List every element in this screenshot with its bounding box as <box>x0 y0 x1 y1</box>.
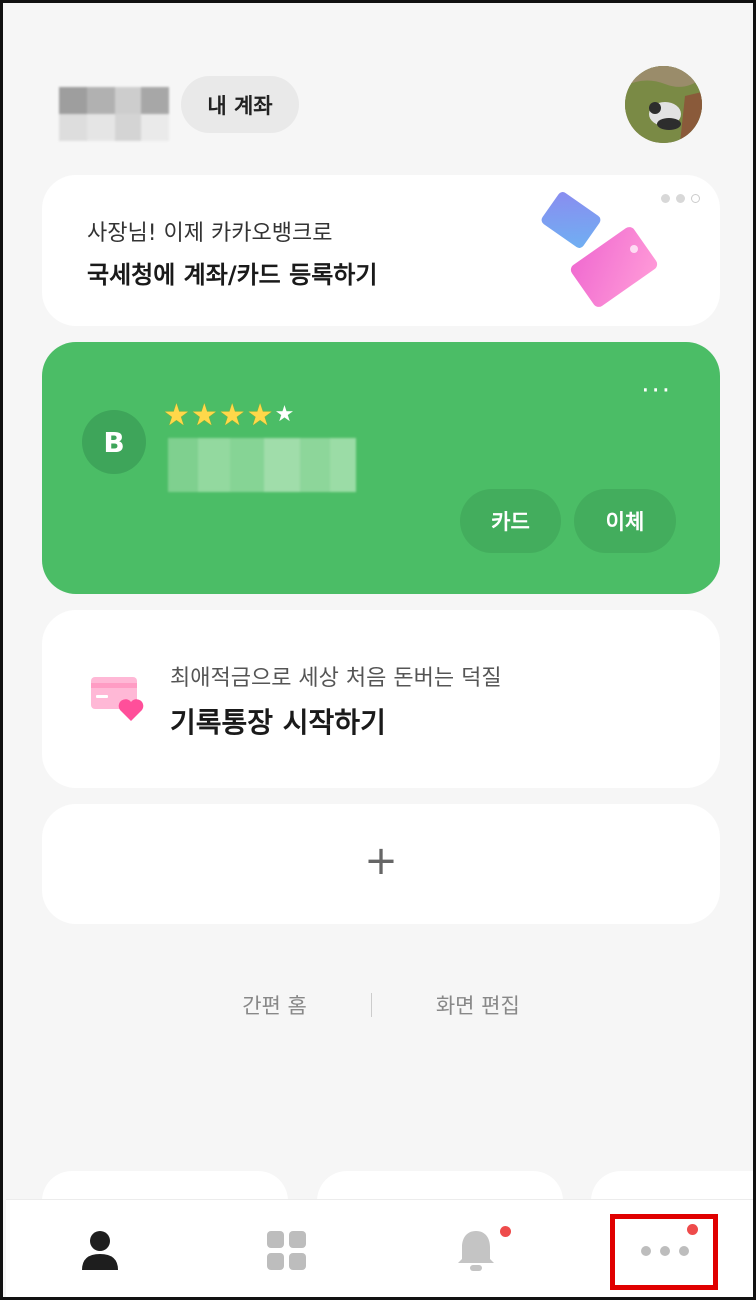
banner-subtitle: 사장님! 이제 카카오뱅크로 <box>87 221 333 246</box>
avatar-photo-icon <box>625 66 702 143</box>
banner-title: 국세청에 계좌/카드 등록하기 <box>87 261 378 289</box>
divider <box>370 993 372 1017</box>
account-nickname-stars: ★★★★★ <box>163 398 295 433</box>
bank-account-card[interactable]: B ★★★★★ ··· 카드 이체 <box>42 342 720 594</box>
app-screen: 내 계좌 사장님! 이제 카카오뱅크로 국세청에 계좌/카드 등록하기 B ★★… <box>0 0 756 1300</box>
edit-screen-link[interactable]: 화면 편집 <box>436 990 520 1020</box>
heart-card-icon <box>91 677 144 721</box>
user-name-blurred <box>59 87 169 141</box>
savings-title: 기록통장 시작하기 <box>170 706 386 739</box>
plus-icon: + <box>364 838 398 884</box>
savings-subtitle: 최애적금으로 세상 처음 돈버는 덕질 <box>170 666 502 691</box>
grid-icon <box>267 1230 306 1270</box>
nav-home[interactable] <box>40 1200 160 1297</box>
tax-registration-banner[interactable]: 사장님! 이제 카카오뱅크로 국세청에 계좌/카드 등록하기 <box>42 175 720 326</box>
transfer-button[interactable]: 이체 <box>574 489 676 553</box>
rating-star-small: ★ <box>274 402 296 427</box>
nav-products[interactable] <box>227 1200 347 1297</box>
bank-logo-icon: B <box>82 410 146 474</box>
bell-icon <box>458 1230 494 1271</box>
notification-badge <box>500 1226 511 1237</box>
add-product-button[interactable]: + <box>42 804 720 924</box>
person-icon <box>82 1230 118 1270</box>
account-balance-blurred <box>168 438 356 492</box>
highlight-box <box>610 1214 718 1290</box>
profile-avatar[interactable] <box>625 66 702 143</box>
rating-stars: ★★★★ <box>163 398 275 433</box>
my-account-chip[interactable]: 내 계좌 <box>181 76 299 133</box>
cards-illustration-icon <box>541 192 658 307</box>
card-button[interactable]: 카드 <box>460 489 561 553</box>
banner-pager <box>661 194 700 203</box>
account-more-button[interactable]: ··· <box>641 376 672 406</box>
nav-notifications[interactable] <box>416 1200 536 1297</box>
home-options: 간편 홈 화면 편집 <box>3 985 753 1025</box>
record-savings-banner[interactable]: 최애적금으로 세상 처음 돈버는 덕질 기록통장 시작하기 <box>42 610 720 788</box>
simple-home-link[interactable]: 간편 홈 <box>242 990 307 1020</box>
